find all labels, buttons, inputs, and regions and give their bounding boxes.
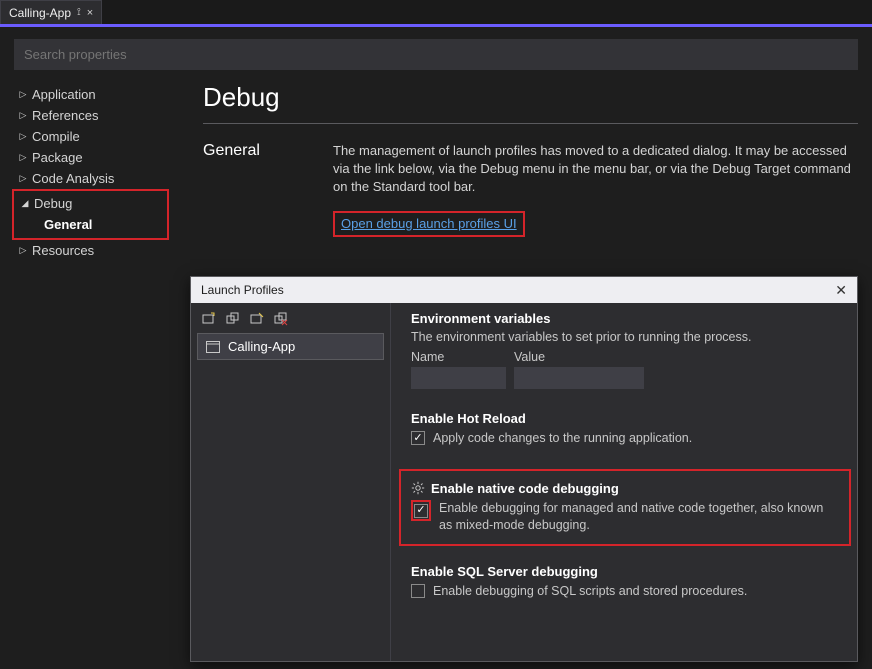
profile-list-item[interactable]: Calling-App <box>197 333 384 360</box>
launch-profiles-dialog: Launch Profiles ✕ <box>190 276 858 662</box>
close-icon[interactable]: ✕ <box>835 282 847 299</box>
sidebar-item-references[interactable]: ▷ References <box>14 105 179 126</box>
sidebar-item-label: Application <box>32 87 96 102</box>
section-description: The management of launch profiles has mo… <box>333 142 858 197</box>
env-desc: The environment variables to set prior t… <box>411 330 845 344</box>
hot-reload-label: Apply code changes to the running applic… <box>433 430 692 447</box>
env-name-header: Name <box>411 350 506 364</box>
sidebar-item-label: General <box>44 217 92 232</box>
search-input[interactable] <box>14 39 858 70</box>
native-title-text: Enable native code debugging <box>431 481 619 496</box>
sidebar-item-code-analysis[interactable]: ▷ Code Analysis <box>14 168 179 189</box>
profile-name: Calling-App <box>228 339 295 354</box>
delete-profile-icon[interactable] <box>273 311 289 327</box>
native-debug-highlight: Enable native code debugging ✓ Enable de… <box>399 469 851 546</box>
sidebar-item-debug[interactable]: ◢ Debug <box>16 193 165 214</box>
sidebar: ▷ Application ▷ References ▷ Compile ▷ P… <box>14 82 179 669</box>
chevron-right-icon: ▷ <box>16 245 30 256</box>
chevron-down-icon: ◢ <box>18 198 32 209</box>
sidebar-item-label: References <box>32 108 98 123</box>
native-label: Enable debugging for managed and native … <box>439 500 839 534</box>
sql-label: Enable debugging of SQL scripts and stor… <box>433 583 747 600</box>
sidebar-highlight: ◢ Debug General <box>12 189 169 240</box>
page-title: Debug <box>203 82 858 113</box>
sidebar-item-compile[interactable]: ▷ Compile <box>14 126 179 147</box>
new-profile-icon[interactable] <box>201 311 217 327</box>
env-table: Name Value <box>411 350 845 389</box>
dialog-right-panel: Environment variables The environment va… <box>391 303 857 661</box>
sidebar-item-label: Package <box>32 150 83 165</box>
sidebar-item-label: Resources <box>32 243 94 258</box>
chevron-right-icon: ▷ <box>16 173 30 184</box>
tab-title: Calling-App <box>9 6 71 20</box>
divider <box>203 123 858 124</box>
hot-reload-group: Enable Hot Reload ✓ Apply code changes t… <box>411 411 845 447</box>
rename-profile-icon[interactable] <box>249 311 265 327</box>
section-heading: General <box>203 142 333 237</box>
duplicate-profile-icon[interactable] <box>225 311 241 327</box>
sidebar-item-label: Code Analysis <box>32 171 114 186</box>
native-debug-checkbox[interactable]: ✓ <box>414 504 428 518</box>
env-value-header: Value <box>514 350 644 364</box>
dialog-titlebar[interactable]: Launch Profiles ✕ <box>191 277 857 303</box>
sidebar-item-label: Compile <box>32 129 80 144</box>
link-highlight: Open debug launch profiles UI <box>333 211 525 237</box>
env-name-input[interactable] <box>411 367 506 389</box>
sidebar-item-debug-general[interactable]: General <box>16 214 165 235</box>
native-checkbox-highlight: ✓ <box>411 500 431 521</box>
sidebar-item-label: Debug <box>34 196 72 211</box>
section-body: The management of launch profiles has mo… <box>333 142 858 237</box>
sidebar-item-package[interactable]: ▷ Package <box>14 147 179 168</box>
native-title: Enable native code debugging <box>411 481 839 496</box>
hot-reload-checkbox[interactable]: ✓ <box>411 431 425 445</box>
chevron-right-icon: ▷ <box>16 110 30 121</box>
env-value-input[interactable] <box>514 367 644 389</box>
sql-debug-checkbox[interactable] <box>411 584 425 598</box>
sql-debug-group: Enable SQL Server debugging Enable debug… <box>411 564 845 600</box>
sidebar-item-application[interactable]: ▷ Application <box>14 84 179 105</box>
close-icon[interactable]: × <box>87 7 93 19</box>
dialog-body: Calling-App Environment variables The en… <box>191 303 857 661</box>
tab-bar: Calling-App ⟟ × <box>0 0 872 24</box>
env-variables-group: Environment variables The environment va… <box>411 311 845 389</box>
pin-icon[interactable]: ⟟ <box>77 7 81 18</box>
dialog-title: Launch Profiles <box>201 283 284 297</box>
open-launch-profiles-link[interactable]: Open debug launch profiles UI <box>341 216 517 231</box>
chevron-right-icon: ▷ <box>16 131 30 142</box>
document-tab[interactable]: Calling-App ⟟ × <box>0 0 102 24</box>
sql-title: Enable SQL Server debugging <box>411 564 845 579</box>
hot-reload-title: Enable Hot Reload <box>411 411 845 426</box>
section-general: General The management of launch profile… <box>203 142 858 237</box>
chevron-right-icon: ▷ <box>16 89 30 100</box>
chevron-right-icon: ▷ <box>16 152 30 163</box>
profile-toolbar <box>197 309 384 333</box>
env-title: Environment variables <box>411 311 845 326</box>
dialog-left-panel: Calling-App <box>191 303 391 661</box>
project-icon <box>206 341 220 353</box>
gear-icon <box>411 481 425 495</box>
sidebar-item-resources[interactable]: ▷ Resources <box>14 240 179 261</box>
